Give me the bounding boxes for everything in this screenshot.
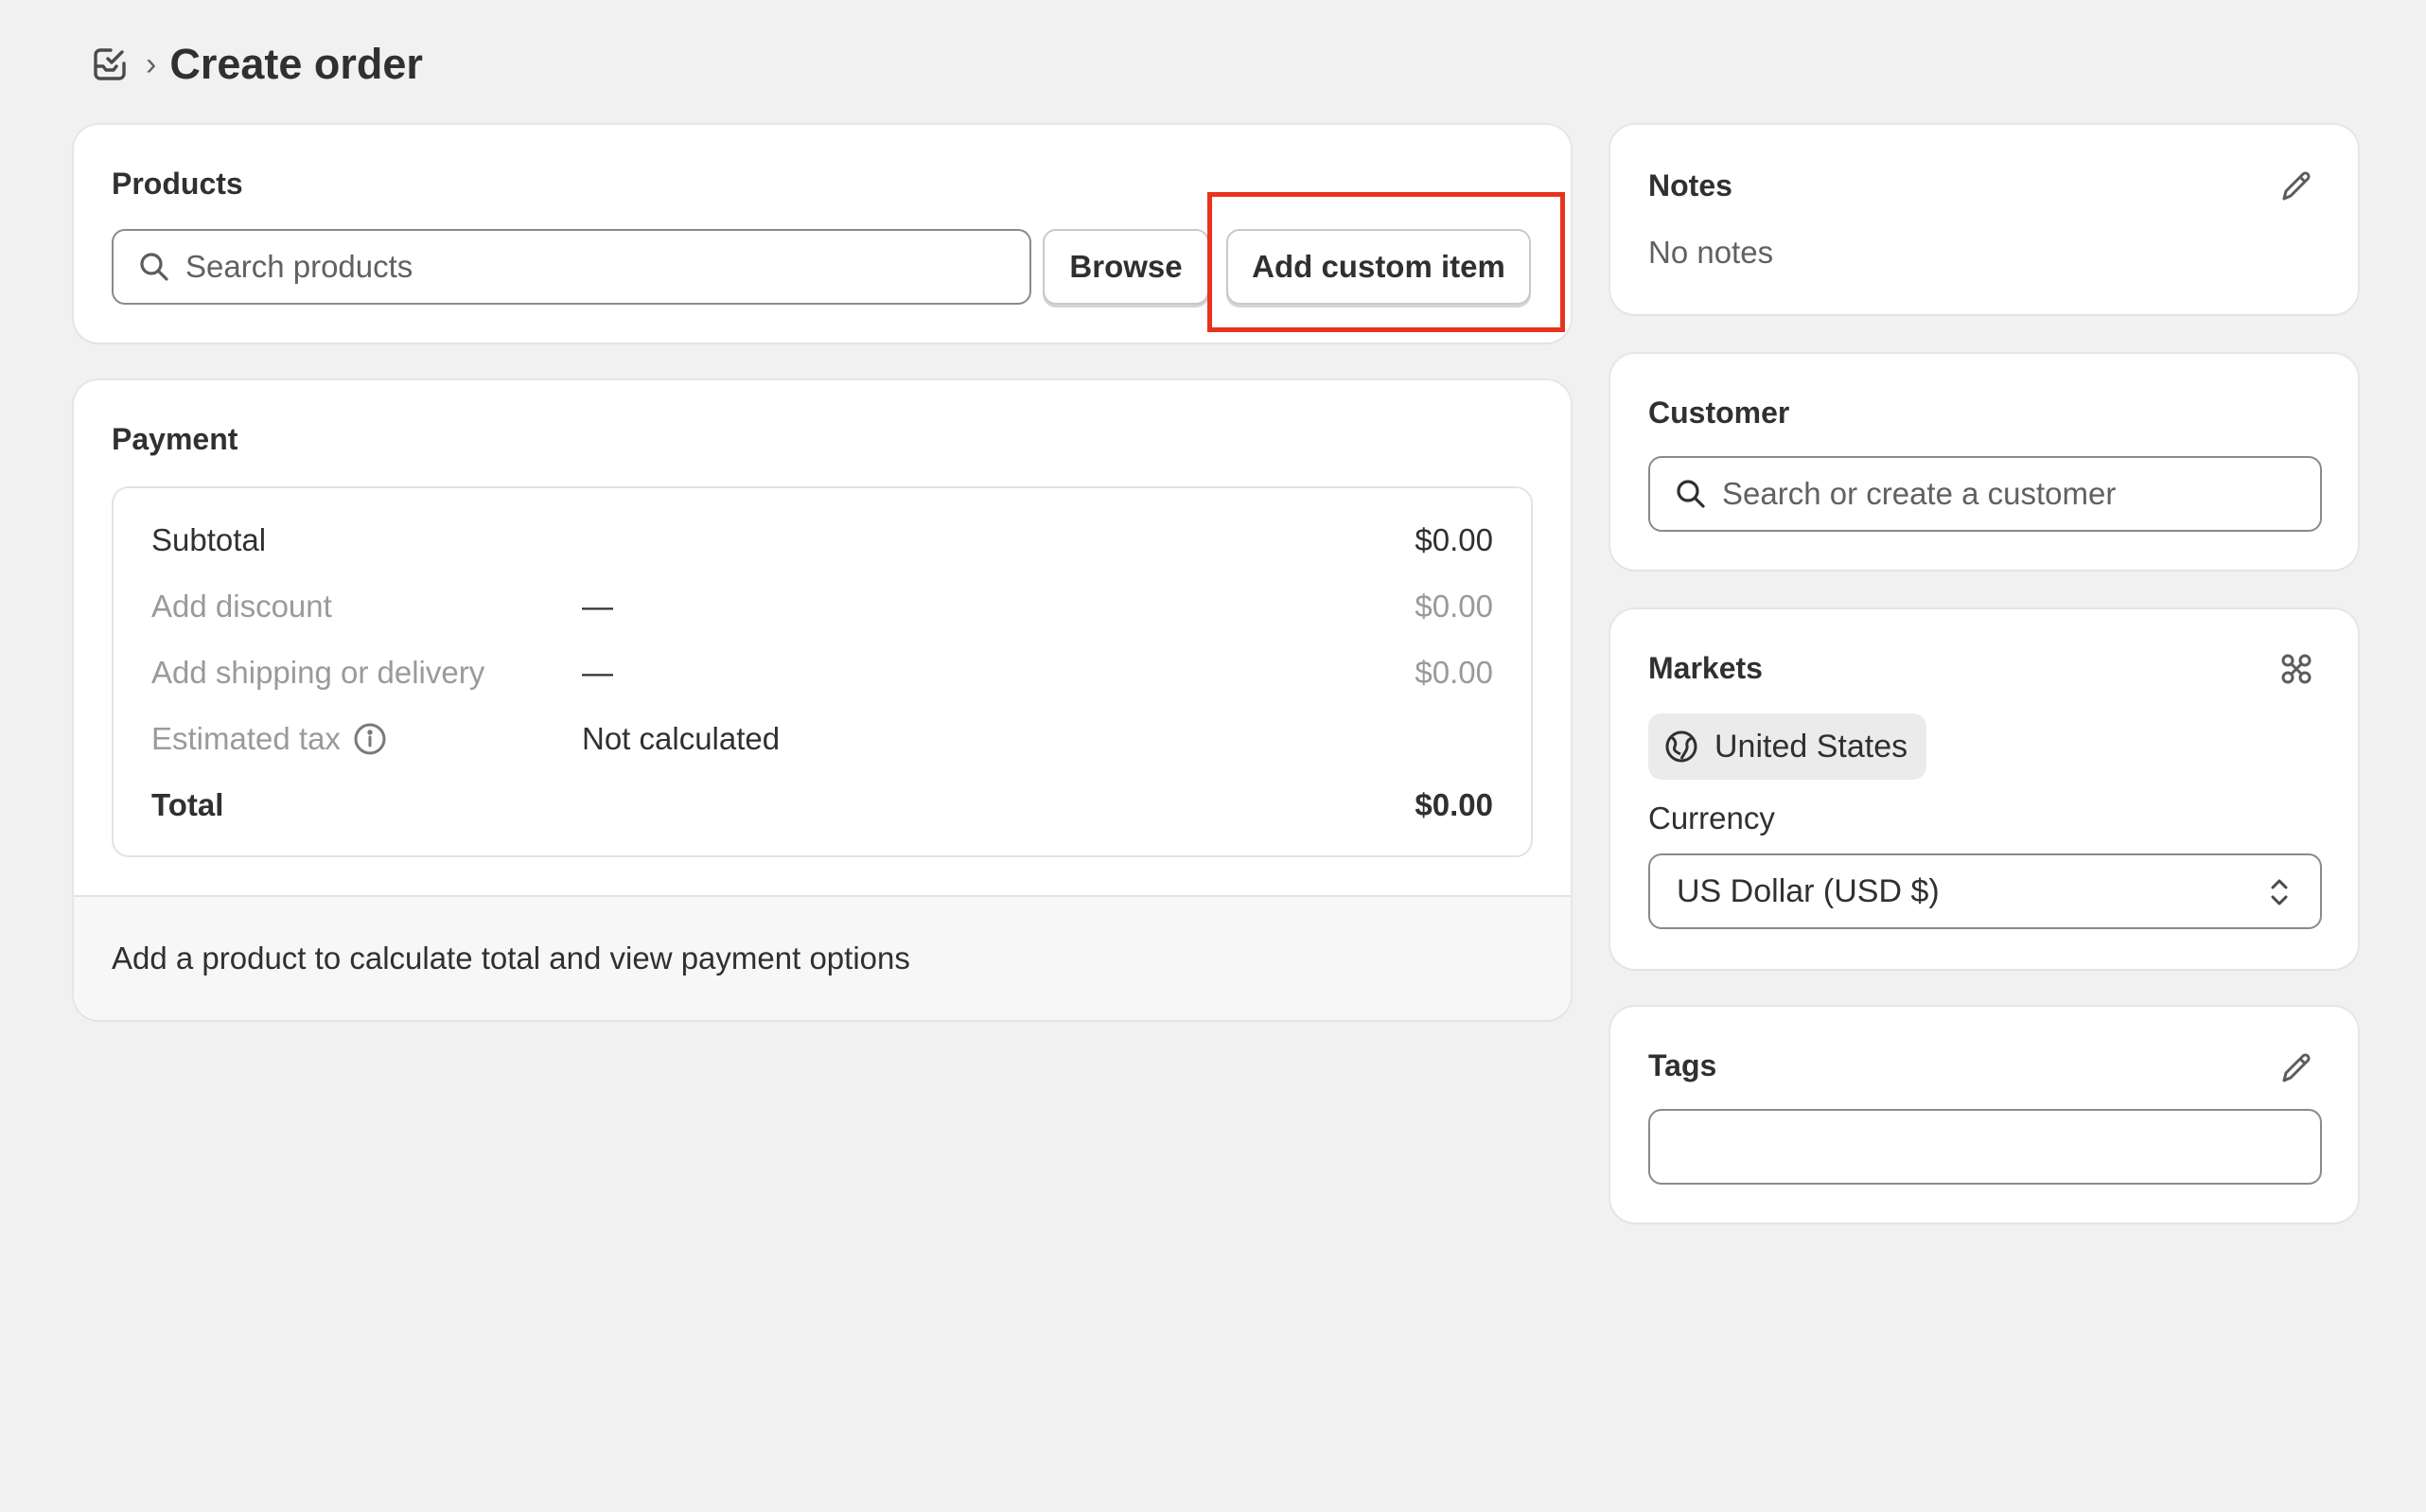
discount-row[interactable]: Add discount — $0.00 bbox=[151, 583, 1493, 630]
subtotal-amount: $0.00 bbox=[1415, 522, 1493, 557]
total-label: Total bbox=[151, 787, 224, 822]
market-pill[interactable]: United States bbox=[1648, 713, 1927, 780]
tax-value: Not calculated bbox=[582, 721, 781, 756]
search-icon bbox=[1677, 480, 1705, 508]
markets-title: Markets bbox=[1648, 651, 1763, 685]
shipping-amount: $0.00 bbox=[1415, 655, 1493, 690]
product-search-input[interactable]: Search products bbox=[112, 229, 1031, 305]
edit-notes-icon[interactable] bbox=[2278, 168, 2314, 204]
discount-value: — bbox=[582, 589, 613, 624]
tags-input[interactable] bbox=[1648, 1109, 2322, 1185]
page-header: › Create order bbox=[91, 36, 423, 93]
payment-title: Payment bbox=[112, 422, 238, 456]
markets-settings-icon[interactable] bbox=[2278, 651, 2314, 687]
customer-search-input[interactable]: Search or create a customer bbox=[1648, 456, 2322, 532]
search-icon bbox=[140, 253, 168, 281]
chevron-up-down-icon bbox=[2271, 879, 2288, 905]
market-name: United States bbox=[1714, 728, 1908, 765]
currency-select[interactable]: US Dollar (USD $) bbox=[1648, 853, 2322, 929]
page-title: Create order bbox=[169, 40, 423, 88]
estimated-tax-label: Estimated tax bbox=[151, 721, 341, 756]
subtotal-row: Subtotal $0.00 bbox=[151, 517, 1493, 564]
customer-title: Customer bbox=[1648, 396, 1790, 430]
customer-card: Customer Search or create a customer bbox=[1610, 354, 2358, 570]
shipping-row[interactable]: Add shipping or delivery — $0.00 bbox=[151, 649, 1493, 696]
browse-button[interactable]: Browse bbox=[1043, 229, 1209, 305]
markets-card: Markets United States Currency US Dollar… bbox=[1610, 609, 2358, 969]
notes-title: Notes bbox=[1648, 168, 1732, 202]
breadcrumb-separator: › bbox=[146, 46, 157, 82]
subtotal-label: Subtotal bbox=[151, 522, 267, 557]
products-title: Products bbox=[112, 167, 243, 201]
customer-search-placeholder: Search or create a customer bbox=[1722, 476, 2117, 511]
notes-card: Notes No notes bbox=[1610, 125, 2358, 314]
globe-icon bbox=[1665, 730, 1697, 763]
add-shipping-link[interactable]: Add shipping or delivery bbox=[151, 655, 484, 691]
tags-card: Tags bbox=[1610, 1007, 2358, 1222]
payment-card: Payment Subtotal $0.00 Add discount — $0… bbox=[74, 380, 1571, 1020]
notes-empty-text: No notes bbox=[1648, 235, 1774, 270]
payment-summary: Subtotal $0.00 Add discount — $0.00 Add … bbox=[112, 486, 1533, 857]
total-row: Total $0.00 bbox=[151, 782, 1493, 829]
currency-label: Currency bbox=[1648, 800, 1775, 835]
tags-title: Tags bbox=[1648, 1048, 1717, 1082]
info-icon[interactable] bbox=[352, 721, 388, 757]
shipping-value: — bbox=[582, 655, 613, 690]
tax-row: Estimated tax Not calculated bbox=[151, 715, 1493, 763]
payment-footer: Add a product to calculate total and vie… bbox=[74, 895, 1571, 1020]
discount-amount: $0.00 bbox=[1415, 589, 1493, 624]
tax-label-group: Estimated tax bbox=[151, 721, 388, 757]
add-discount-link[interactable]: Add discount bbox=[151, 589, 332, 624]
total-amount: $0.00 bbox=[1415, 787, 1493, 822]
currency-value: US Dollar (USD $) bbox=[1677, 872, 1940, 909]
highlight-box bbox=[1207, 192, 1565, 332]
edit-tags-icon[interactable] bbox=[2278, 1050, 2314, 1086]
product-search-placeholder: Search products bbox=[185, 249, 413, 284]
orders-icon[interactable] bbox=[91, 45, 129, 83]
